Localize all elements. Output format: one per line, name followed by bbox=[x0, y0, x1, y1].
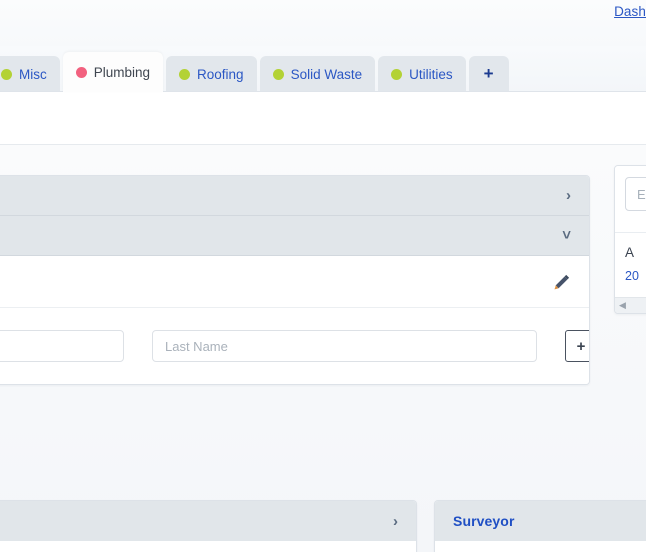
chevron-right-icon: › bbox=[393, 512, 398, 530]
horizontal-scrollbar[interactable]: ◀ bbox=[615, 297, 646, 313]
tab-label: Misc bbox=[19, 66, 47, 82]
tab-label: Plumbing bbox=[93, 64, 151, 80]
tab-label: Solid Waste bbox=[290, 66, 363, 82]
tab-solid-waste[interactable]: Solid Waste bbox=[259, 56, 376, 92]
workspace: › ˅ + bbox=[0, 145, 646, 552]
tab-bar: Misc Plumbing Roofing Solid Waste Utilit… bbox=[0, 46, 646, 92]
status-dot-icon bbox=[179, 68, 191, 80]
side-panel-search-input[interactable] bbox=[625, 177, 646, 211]
status-dot-icon bbox=[75, 66, 87, 78]
add-tab-button[interactable]: + bbox=[468, 56, 509, 92]
tab-roofing[interactable]: Roofing bbox=[166, 56, 257, 92]
tab-list: Misc Plumbing Roofing Solid Waste Utilit… bbox=[0, 46, 512, 92]
tab-misc[interactable]: Misc bbox=[0, 56, 60, 92]
side-panel-search-area bbox=[615, 166, 646, 221]
bottom-right-panel-body bbox=[435, 541, 646, 552]
bottom-right-panel: Surveyor bbox=[434, 500, 646, 552]
nav-link-dashboard[interactable]: Dash bbox=[614, 4, 646, 19]
collapsible-section-header-expanded[interactable]: ˅ bbox=[0, 216, 589, 256]
content-spacer bbox=[0, 92, 646, 145]
top-navigation-strip: Dash bbox=[0, 0, 646, 46]
plus-icon: + bbox=[483, 63, 494, 83]
bottom-left-panel: › bbox=[0, 500, 417, 552]
first-name-input[interactable] bbox=[0, 330, 124, 362]
side-panel: A 20 ◀ bbox=[614, 165, 646, 314]
pencil-icon[interactable] bbox=[553, 273, 571, 291]
bottom-left-panel-body bbox=[0, 541, 416, 552]
side-panel-result-title: A bbox=[625, 245, 635, 260]
record-row bbox=[0, 256, 589, 308]
side-panel-result-card[interactable]: A 20 bbox=[615, 232, 646, 297]
scroll-left-arrow-icon[interactable]: ◀ bbox=[619, 301, 626, 310]
tab-label: Utilities bbox=[409, 66, 453, 82]
surveyor-panel-header[interactable]: Surveyor bbox=[435, 501, 646, 541]
tab-plumbing[interactable]: Plumbing bbox=[62, 52, 164, 92]
collapsible-section-header-collapsed[interactable]: › bbox=[0, 176, 589, 216]
status-dot-icon bbox=[272, 68, 284, 80]
status-dot-icon bbox=[1, 68, 12, 80]
chevron-down-icon: ˅ bbox=[562, 227, 571, 244]
tab-utilities[interactable]: Utilities bbox=[378, 56, 466, 92]
surveyor-panel-title: Surveyor bbox=[453, 513, 515, 529]
main-content-card: › ˅ + bbox=[0, 175, 590, 385]
chevron-right-icon: › bbox=[566, 187, 571, 204]
add-name-button[interactable]: + bbox=[565, 330, 589, 362]
last-name-input[interactable] bbox=[152, 330, 537, 362]
status-dot-icon bbox=[391, 68, 403, 80]
side-panel-result-meta: 20 bbox=[625, 269, 639, 283]
name-entry-form: + bbox=[0, 308, 589, 384]
app-root: Dash Misc Plumbing Roofing Solid Waste U… bbox=[0, 0, 646, 552]
bottom-left-panel-header[interactable]: › bbox=[0, 501, 416, 541]
tab-label: Roofing bbox=[197, 66, 244, 82]
